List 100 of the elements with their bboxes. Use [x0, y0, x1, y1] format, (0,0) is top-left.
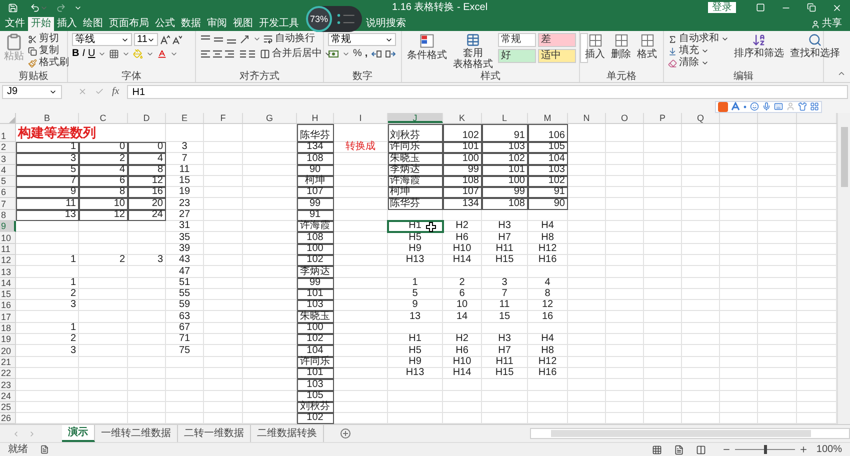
decrease-font-icon[interactable] [172, 34, 182, 44]
ime-toolbar[interactable] [715, 100, 822, 112]
column-header[interactable]: G [243, 113, 297, 123]
microphone-icon[interactable] [762, 102, 771, 111]
caret-icon[interactable] [98, 50, 106, 58]
font-size-field[interactable]: 11 [134, 33, 158, 46]
ribbon-tab[interactable]: 视图 [230, 17, 256, 31]
row-header[interactable]: 1 [0, 124, 16, 142]
row-header[interactable]: 6 [0, 187, 16, 198]
row-header[interactable]: 10 [0, 232, 16, 244]
row-header[interactable]: 23 [0, 379, 16, 391]
zoom-thumb[interactable] [764, 445, 767, 454]
row-header[interactable]: 11 [0, 244, 16, 255]
clear-button[interactable]: 清除 [668, 57, 729, 69]
row-header[interactable]: 20 [0, 345, 16, 357]
restore-icon[interactable] [807, 3, 816, 12]
ribbon-tab[interactable]: 插入 [54, 17, 80, 31]
row-header[interactable]: 16 [0, 300, 16, 312]
underline-button[interactable]: U [88, 49, 96, 59]
row-header[interactable]: 3 [0, 153, 16, 165]
macro-record-icon[interactable] [40, 445, 49, 454]
increase-decimal-icon[interactable] [370, 49, 382, 59]
border-icon[interactable] [109, 49, 120, 59]
copy-button[interactable]: 复制 [28, 45, 69, 57]
row-header[interactable]: 17 [0, 311, 16, 323]
row-header[interactable]: 2 [0, 142, 16, 154]
column-header[interactable]: P [644, 113, 682, 123]
font-color-icon[interactable] [157, 49, 168, 59]
fill-color-icon[interactable] [133, 49, 144, 59]
fill-button[interactable]: 填充 [668, 45, 729, 57]
horizontal-scrollbar[interactable] [530, 428, 850, 439]
ribbon-tab[interactable]: 页面布局 [106, 17, 152, 31]
row-header[interactable]: 18 [0, 322, 16, 334]
page-layout-icon[interactable] [674, 444, 684, 454]
row-header[interactable]: 25 [0, 402, 16, 414]
format-painter-button[interactable]: 格式刷 [28, 57, 69, 69]
find-select-button[interactable]: 查找和选择 [789, 33, 841, 71]
row-header[interactable]: 13 [0, 266, 16, 278]
column-header[interactable]: B [16, 113, 79, 123]
ribbon-tab[interactable]: 开始 [28, 17, 54, 31]
format-as-table-button[interactable]: 套用 表格格式 [452, 33, 494, 71]
font-name-field[interactable]: 等线 [72, 33, 132, 46]
align-right-icon[interactable] [224, 48, 235, 60]
column-header[interactable]: F [204, 113, 243, 123]
align-center-icon[interactable] [212, 48, 223, 60]
row-header[interactable]: 5 [0, 176, 16, 188]
cells-button[interactable]: 插入 [584, 33, 606, 71]
row-header[interactable]: 26 [0, 413, 16, 424]
column-header[interactable]: H [297, 113, 334, 123]
align-left-icon[interactable] [200, 48, 211, 60]
column-header[interactable]: Q [682, 113, 720, 123]
toolbox-icon[interactable] [810, 102, 819, 111]
ribbon-tab[interactable]: 数据 [178, 17, 204, 31]
column-header[interactable]: N [568, 113, 606, 123]
row-header[interactable]: 8 [0, 210, 16, 222]
row-header[interactable]: 12 [0, 254, 16, 266]
ribbon-tab[interactable]: 审阅 [204, 17, 230, 31]
cells-button[interactable]: 删除 [610, 33, 632, 71]
sort-filter-button[interactable]: 排序和筛选 [733, 33, 785, 71]
close-icon[interactable] [832, 2, 842, 12]
orientation-icon[interactable] [239, 34, 251, 44]
caret-icon[interactable] [122, 50, 130, 58]
tell-me-search[interactable]: 说明搜索 [366, 17, 406, 31]
save-icon[interactable] [8, 2, 18, 12]
input-mode-icon[interactable] [731, 102, 740, 111]
caret-icon[interactable] [170, 50, 178, 58]
add-sheet-icon[interactable] [340, 428, 351, 439]
comma-button[interactable]: , [364, 49, 368, 59]
punctuation-icon[interactable] [743, 104, 747, 108]
currency-icon[interactable] [328, 49, 339, 59]
column-header[interactable]: J [388, 113, 443, 123]
zoom-level[interactable]: 100% [816, 444, 842, 454]
conditional-format-button[interactable]: 条件格式 [406, 33, 448, 71]
share-button[interactable]: 共享 [811, 17, 842, 31]
column-header[interactable]: D [128, 113, 166, 123]
name-box[interactable]: J9 [2, 84, 62, 98]
percent-button[interactable]: % [353, 49, 362, 59]
italic-button[interactable]: I [82, 49, 86, 59]
column-header[interactable]: K [443, 113, 482, 123]
column-header[interactable]: M [528, 113, 568, 123]
cell-style-swatch[interactable]: 好 [498, 49, 536, 63]
row-header[interactable]: 24 [0, 390, 16, 402]
sign-in-button[interactable]: 登录 [708, 2, 736, 13]
formula-input[interactable]: H1 [127, 84, 848, 98]
decrease-decimal-icon[interactable] [384, 49, 396, 59]
ribbon-tab[interactable]: 开发工具 [256, 17, 302, 31]
ribbon-options-icon[interactable] [756, 3, 765, 12]
column-header[interactable]: L [482, 113, 528, 123]
caret-icon[interactable] [342, 50, 350, 58]
number-format-field[interactable]: 常规 [328, 33, 396, 46]
increase-font-icon[interactable] [160, 34, 170, 44]
keyboard-icon[interactable] [774, 102, 783, 111]
column-header[interactable]: E [166, 113, 204, 123]
row-header[interactable]: 22 [0, 368, 16, 380]
autosum-button[interactable]: 自动求和 [668, 33, 729, 45]
cell-style-swatch[interactable]: 差 [538, 33, 576, 47]
row-header[interactable]: 15 [0, 288, 16, 300]
row-header[interactable]: 21 [0, 356, 16, 368]
page-break-icon[interactable] [696, 444, 706, 454]
undo-icon[interactable] [30, 2, 40, 12]
